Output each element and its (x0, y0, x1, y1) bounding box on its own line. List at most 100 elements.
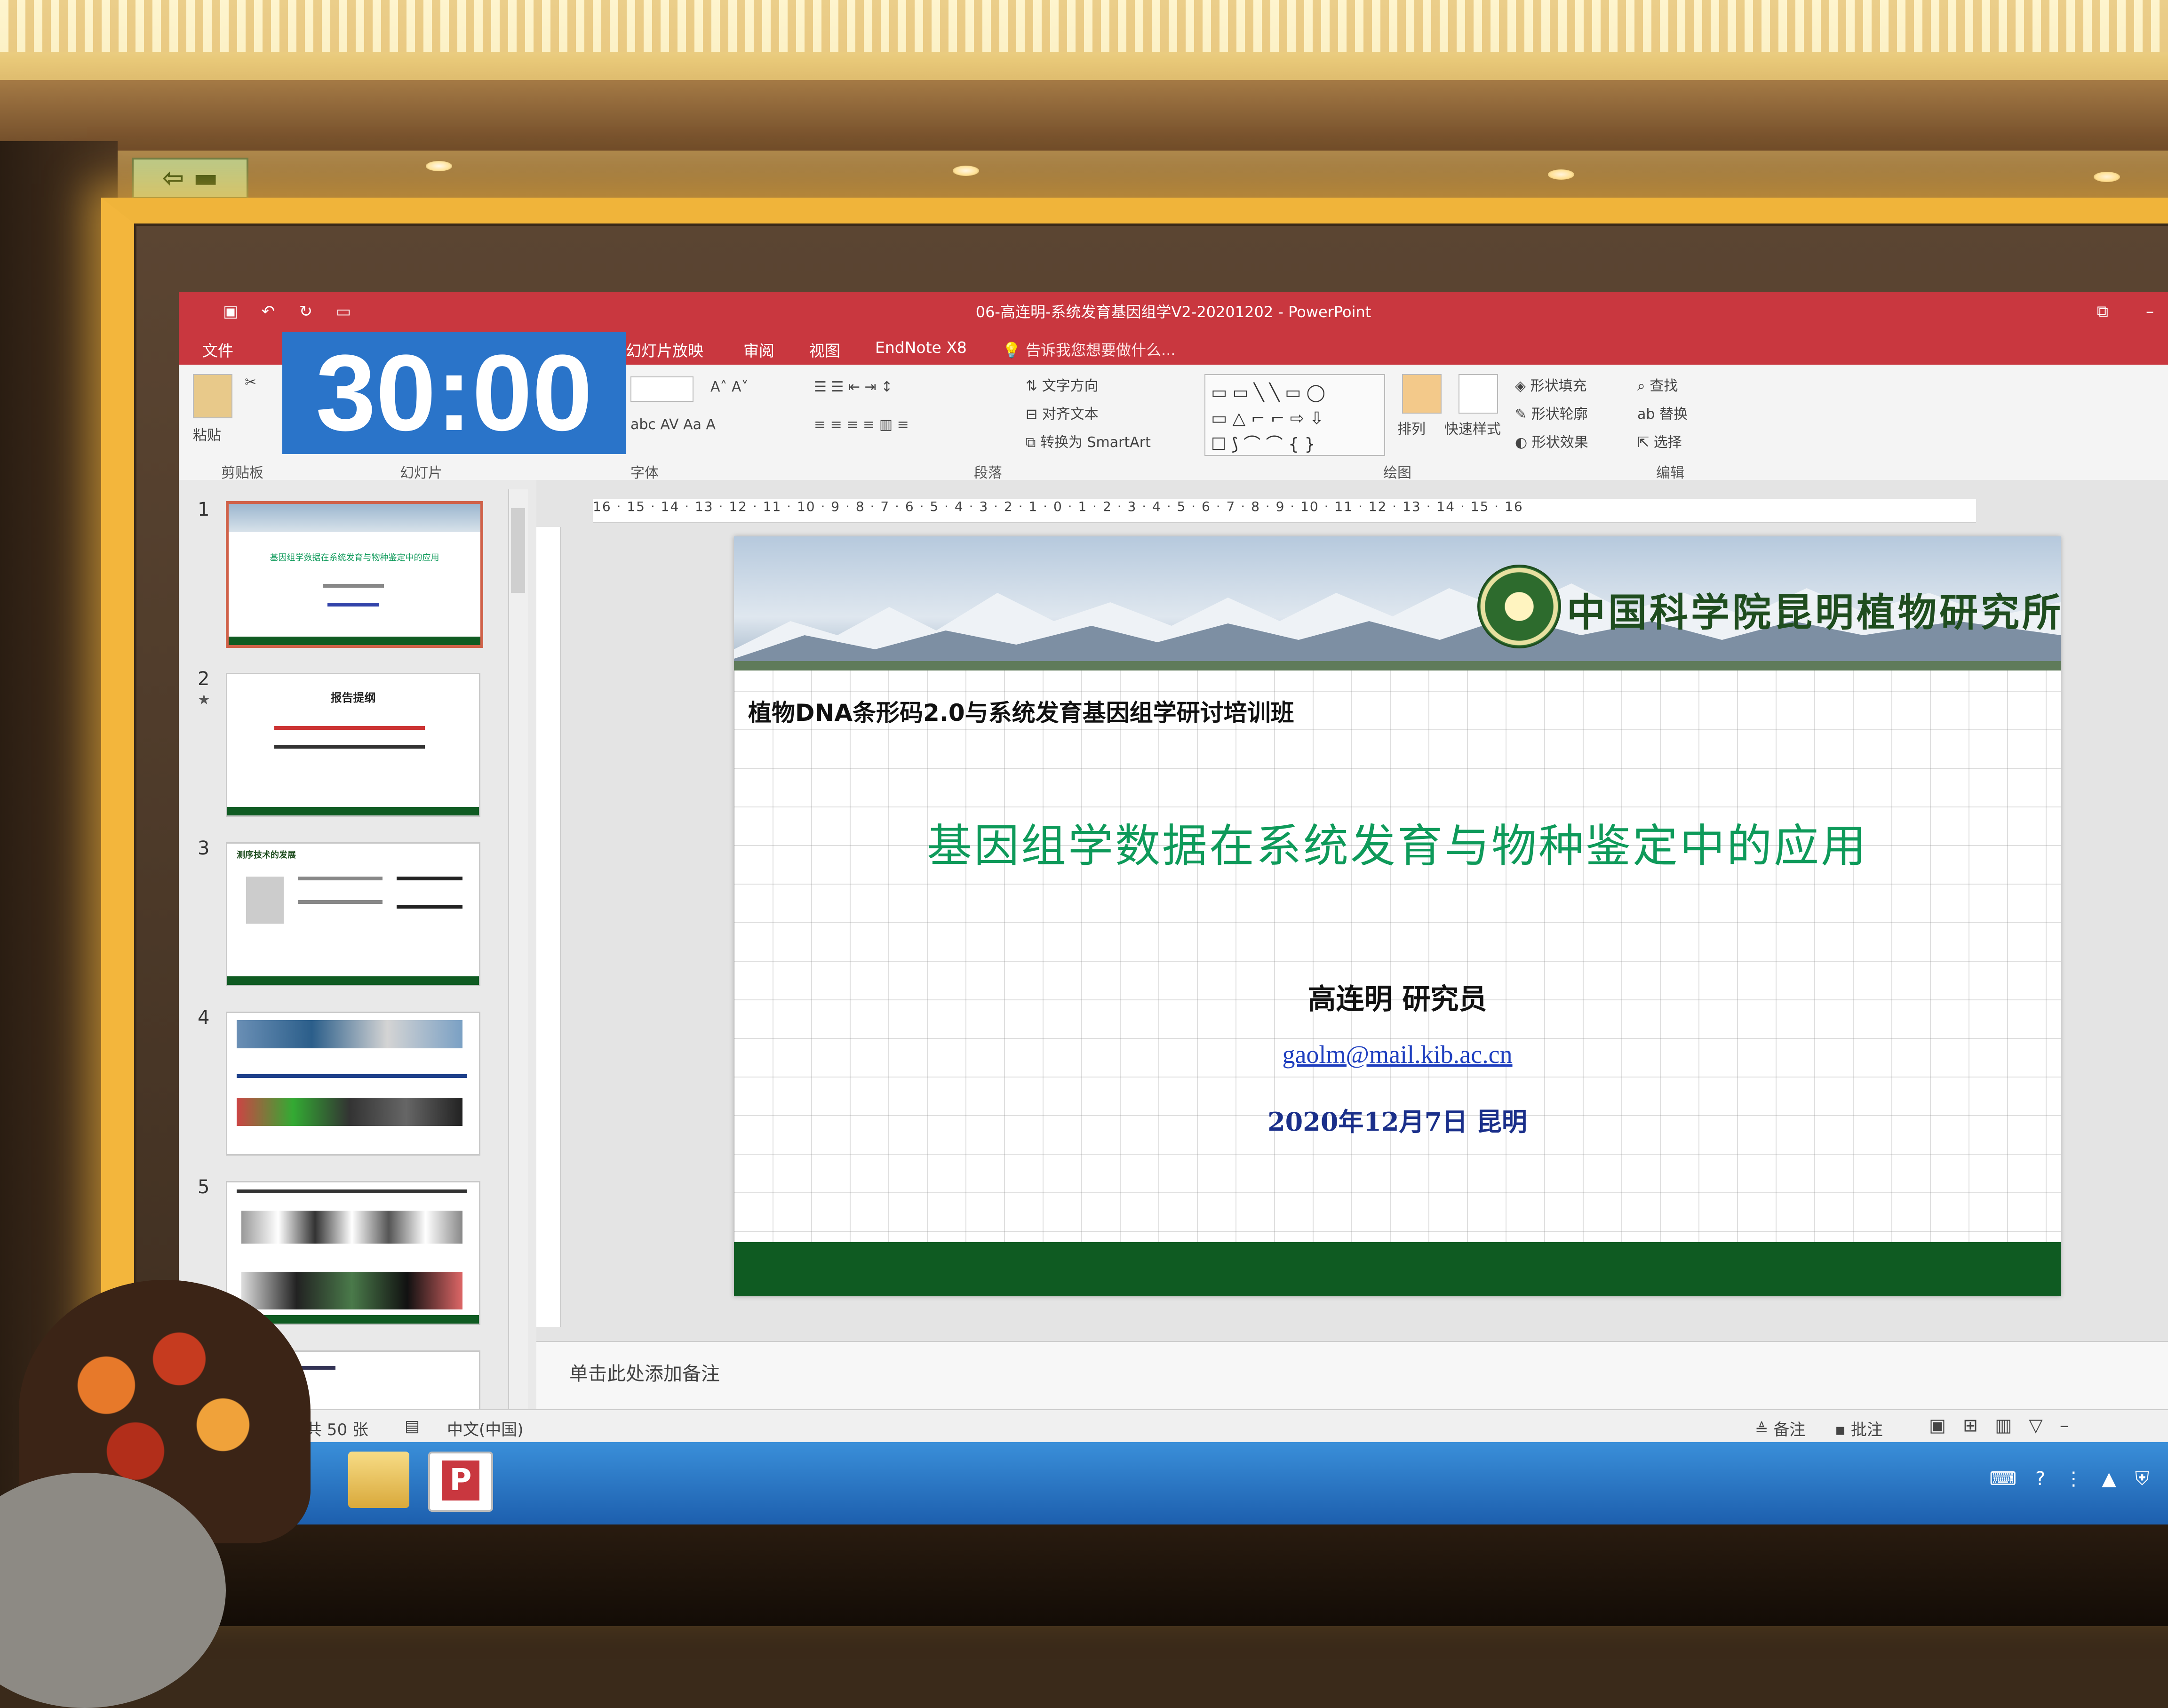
text-direction-label: 文字方向 (1042, 378, 1099, 394)
find-button[interactable]: ⌕ 查找 (1637, 374, 1678, 395)
pen-icon: ✎ (1515, 406, 1527, 423)
align-text-button[interactable]: ⊟ 对齐文本 (1026, 402, 1099, 423)
thumbnail-scrollbar[interactable] (508, 489, 528, 1409)
thumb-line (274, 745, 425, 749)
tab-review[interactable]: 审阅 (743, 338, 774, 361)
file-explorer-icon[interactable] (348, 1452, 409, 1508)
language-indicator[interactable]: 中文(中国) (447, 1417, 524, 1440)
thumb-portrait (246, 877, 284, 924)
slide-thumbnail-4[interactable] (226, 1012, 480, 1156)
window-title: 06-高连明-系统发育基因组学V2-20201202 - PowerPoint (975, 303, 1371, 321)
arrange-icon[interactable] (1402, 374, 1442, 414)
tab-endnote[interactable]: EndNote X8 (875, 338, 967, 357)
ceiling-light (2094, 172, 2120, 182)
comments-toggle-label: 批注 (1850, 1421, 1883, 1439)
slide-title: 基因组学数据在系统发育与物种鉴定中的应用 (927, 820, 1868, 872)
thumb-line (323, 584, 384, 588)
slide-thumbnail-5[interactable] (226, 1181, 480, 1325)
group-editing: 编辑 (1656, 465, 1684, 481)
lightbulb-icon: 💡 (1002, 341, 1021, 359)
ribbon-display-icon[interactable]: ⧉ (2097, 302, 2108, 321)
group-clipboard: 剪贴板 (221, 465, 263, 481)
quick-styles-icon[interactable] (1459, 374, 1498, 414)
floor (0, 1520, 2168, 1626)
tab-file[interactable]: 文件 (202, 338, 233, 361)
horizontal-ruler: 16 · 15 · 14 · 13 · 12 · 11 · 10 · 9 · 8… (593, 499, 1976, 523)
tell-me-search[interactable]: 💡 告诉我您想要做什么... (1002, 338, 1176, 360)
security-shield-icon[interactable]: ⛨ (2135, 1468, 2149, 1490)
show-hidden-icon[interactable]: ▲ (2102, 1468, 2116, 1490)
institute-logo (1477, 565, 1561, 648)
effects-icon: ◐ (1515, 434, 1528, 451)
thumb-image-row (237, 1020, 462, 1048)
thumb-title: 测序技术的发展 (237, 850, 296, 860)
thumb-number: 1 (198, 499, 210, 520)
shape-fill-button[interactable]: ◈ 形状填充 (1515, 374, 1587, 395)
list-icons[interactable]: ☰ ☰ ⇤ ⇥ ↕ (814, 379, 893, 395)
text-direction-button[interactable]: ⇅ 文字方向 (1026, 374, 1099, 395)
network-icon[interactable]: ⋮ (2064, 1468, 2083, 1490)
institute-name: 中国科学院昆明植物研究所 (1567, 590, 2061, 635)
shapes-gallery[interactable]: ▭ ▭ ╲ ╲ ▭ ◯ ▭ △ ⌐ ⌐ ⇨ ⇩ ☐ ⟆ ⌒ ⌒ { } (1204, 374, 1385, 456)
slide-thumbnail-2[interactable]: 报告提纲 (226, 673, 480, 817)
thumb-line (298, 900, 383, 904)
thumb-line (298, 877, 383, 880)
ceiling-light (953, 166, 979, 176)
thumb-image-row (237, 1098, 462, 1126)
thumb-footer (227, 976, 479, 985)
shape-effects-button[interactable]: ◐ 形状效果 (1515, 431, 1588, 451)
cursor-icon: ⇱ (1637, 434, 1650, 451)
shape-effects-label: 形状效果 (1531, 434, 1588, 451)
replace-label: 替换 (1659, 406, 1688, 423)
course-title: 植物DNA条形码2.0与系统发育基因组学研讨培训班 (748, 699, 1294, 726)
font-format-icons[interactable]: abc AV Aa A (630, 416, 716, 433)
thumb-timeline (237, 1074, 467, 1078)
thumb-title: 报告提纲 (330, 691, 376, 704)
tab-slideshow[interactable]: 幻灯片放映 (626, 338, 703, 361)
notes-toggle[interactable]: ≜ 备注 (1755, 1417, 1805, 1440)
shape-outline-label: 形状轮廓 (1531, 406, 1588, 423)
slide-thumbnail-3[interactable]: 测序技术的发展 (226, 842, 480, 986)
current-slide[interactable]: 中国科学院昆明植物研究所 植物DNA条形码2.0与系统发育基因组学研讨培训班 基… (734, 536, 2061, 1296)
spellcheck-icon[interactable]: ▤ (405, 1417, 420, 1436)
ceiling-band (0, 80, 2168, 151)
tab-view[interactable]: 视图 (809, 338, 840, 361)
comment-icon: ▪ (1835, 1421, 1846, 1439)
align-icons[interactable]: ≡ ≡ ≡ ≡ ▥ ≡ (814, 416, 909, 433)
powerpoint-icon: P (442, 1461, 479, 1500)
powerpoint-window: ▣ ↶ ↻ ▭ 06-高连明-系统发育基因组学V2-20201202 - Pow… (179, 292, 2168, 1524)
powerpoint-taskbar-icon[interactable]: P (428, 1452, 493, 1512)
shape-outline-button[interactable]: ✎ 形状轮廓 (1515, 402, 1588, 423)
thumb-banner (229, 504, 480, 532)
smartart-label: 转换为 SmartArt (1040, 434, 1151, 451)
countdown-timer: 30:00 (282, 332, 626, 454)
comments-toggle[interactable]: ▪ 批注 (1835, 1417, 1883, 1440)
ceiling-light (426, 161, 452, 171)
cut-icon[interactable]: ✂ (245, 374, 256, 391)
notes-pane[interactable]: 单击此处添加备注 (536, 1341, 2168, 1410)
minimize-icon[interactable]: – (2146, 302, 2154, 321)
help-icon[interactable]: ? (2035, 1468, 2045, 1490)
author-email-link[interactable]: gaolm@mail.kib.ac.cn (734, 1040, 2061, 1069)
shapes-icons[interactable]: ▭ ▭ ╲ ╲ ▭ ◯ ▭ △ ⌐ ⌐ ⇨ ⇩ ☐ ⟆ ⌒ ⌒ { } (1211, 380, 1325, 457)
quick-styles-button[interactable]: 快速样式 (1444, 417, 1501, 438)
replace-icon: ab (1637, 406, 1655, 423)
replace-button[interactable]: ab 替换 (1637, 402, 1688, 423)
arrange-button[interactable]: 排列 (1397, 417, 1426, 438)
smartart-button[interactable]: ⧉ 转换为 SmartArt (1026, 431, 1151, 451)
grow-font-icon[interactable]: A˄ A˅ (710, 379, 749, 395)
font-size-box[interactable] (630, 376, 693, 402)
view-buttons[interactable]: ▣ ⊞ ▥ ▽ – (1929, 1415, 2069, 1436)
notes-toggle-label: 备注 (1773, 1421, 1806, 1439)
slide-thumbnail-1[interactable]: 基因组学数据在系统发育与物种鉴定中的应用 (226, 501, 483, 648)
text-direction-icon: ⇅ (1026, 378, 1038, 394)
window-controls: ⧉ – (2097, 302, 2154, 321)
scrollbar-thumb[interactable] (511, 508, 525, 593)
select-button[interactable]: ⇱ 选择 (1637, 431, 1682, 451)
paste-icon[interactable] (193, 374, 232, 418)
ceiling-trim (0, 0, 2168, 52)
keyboard-icon[interactable]: ⌨ (1989, 1468, 2017, 1490)
smartart-icon: ⧉ (1026, 434, 1036, 451)
thumb-footer (227, 807, 479, 815)
paste-button[interactable]: 粘贴 (193, 423, 221, 444)
